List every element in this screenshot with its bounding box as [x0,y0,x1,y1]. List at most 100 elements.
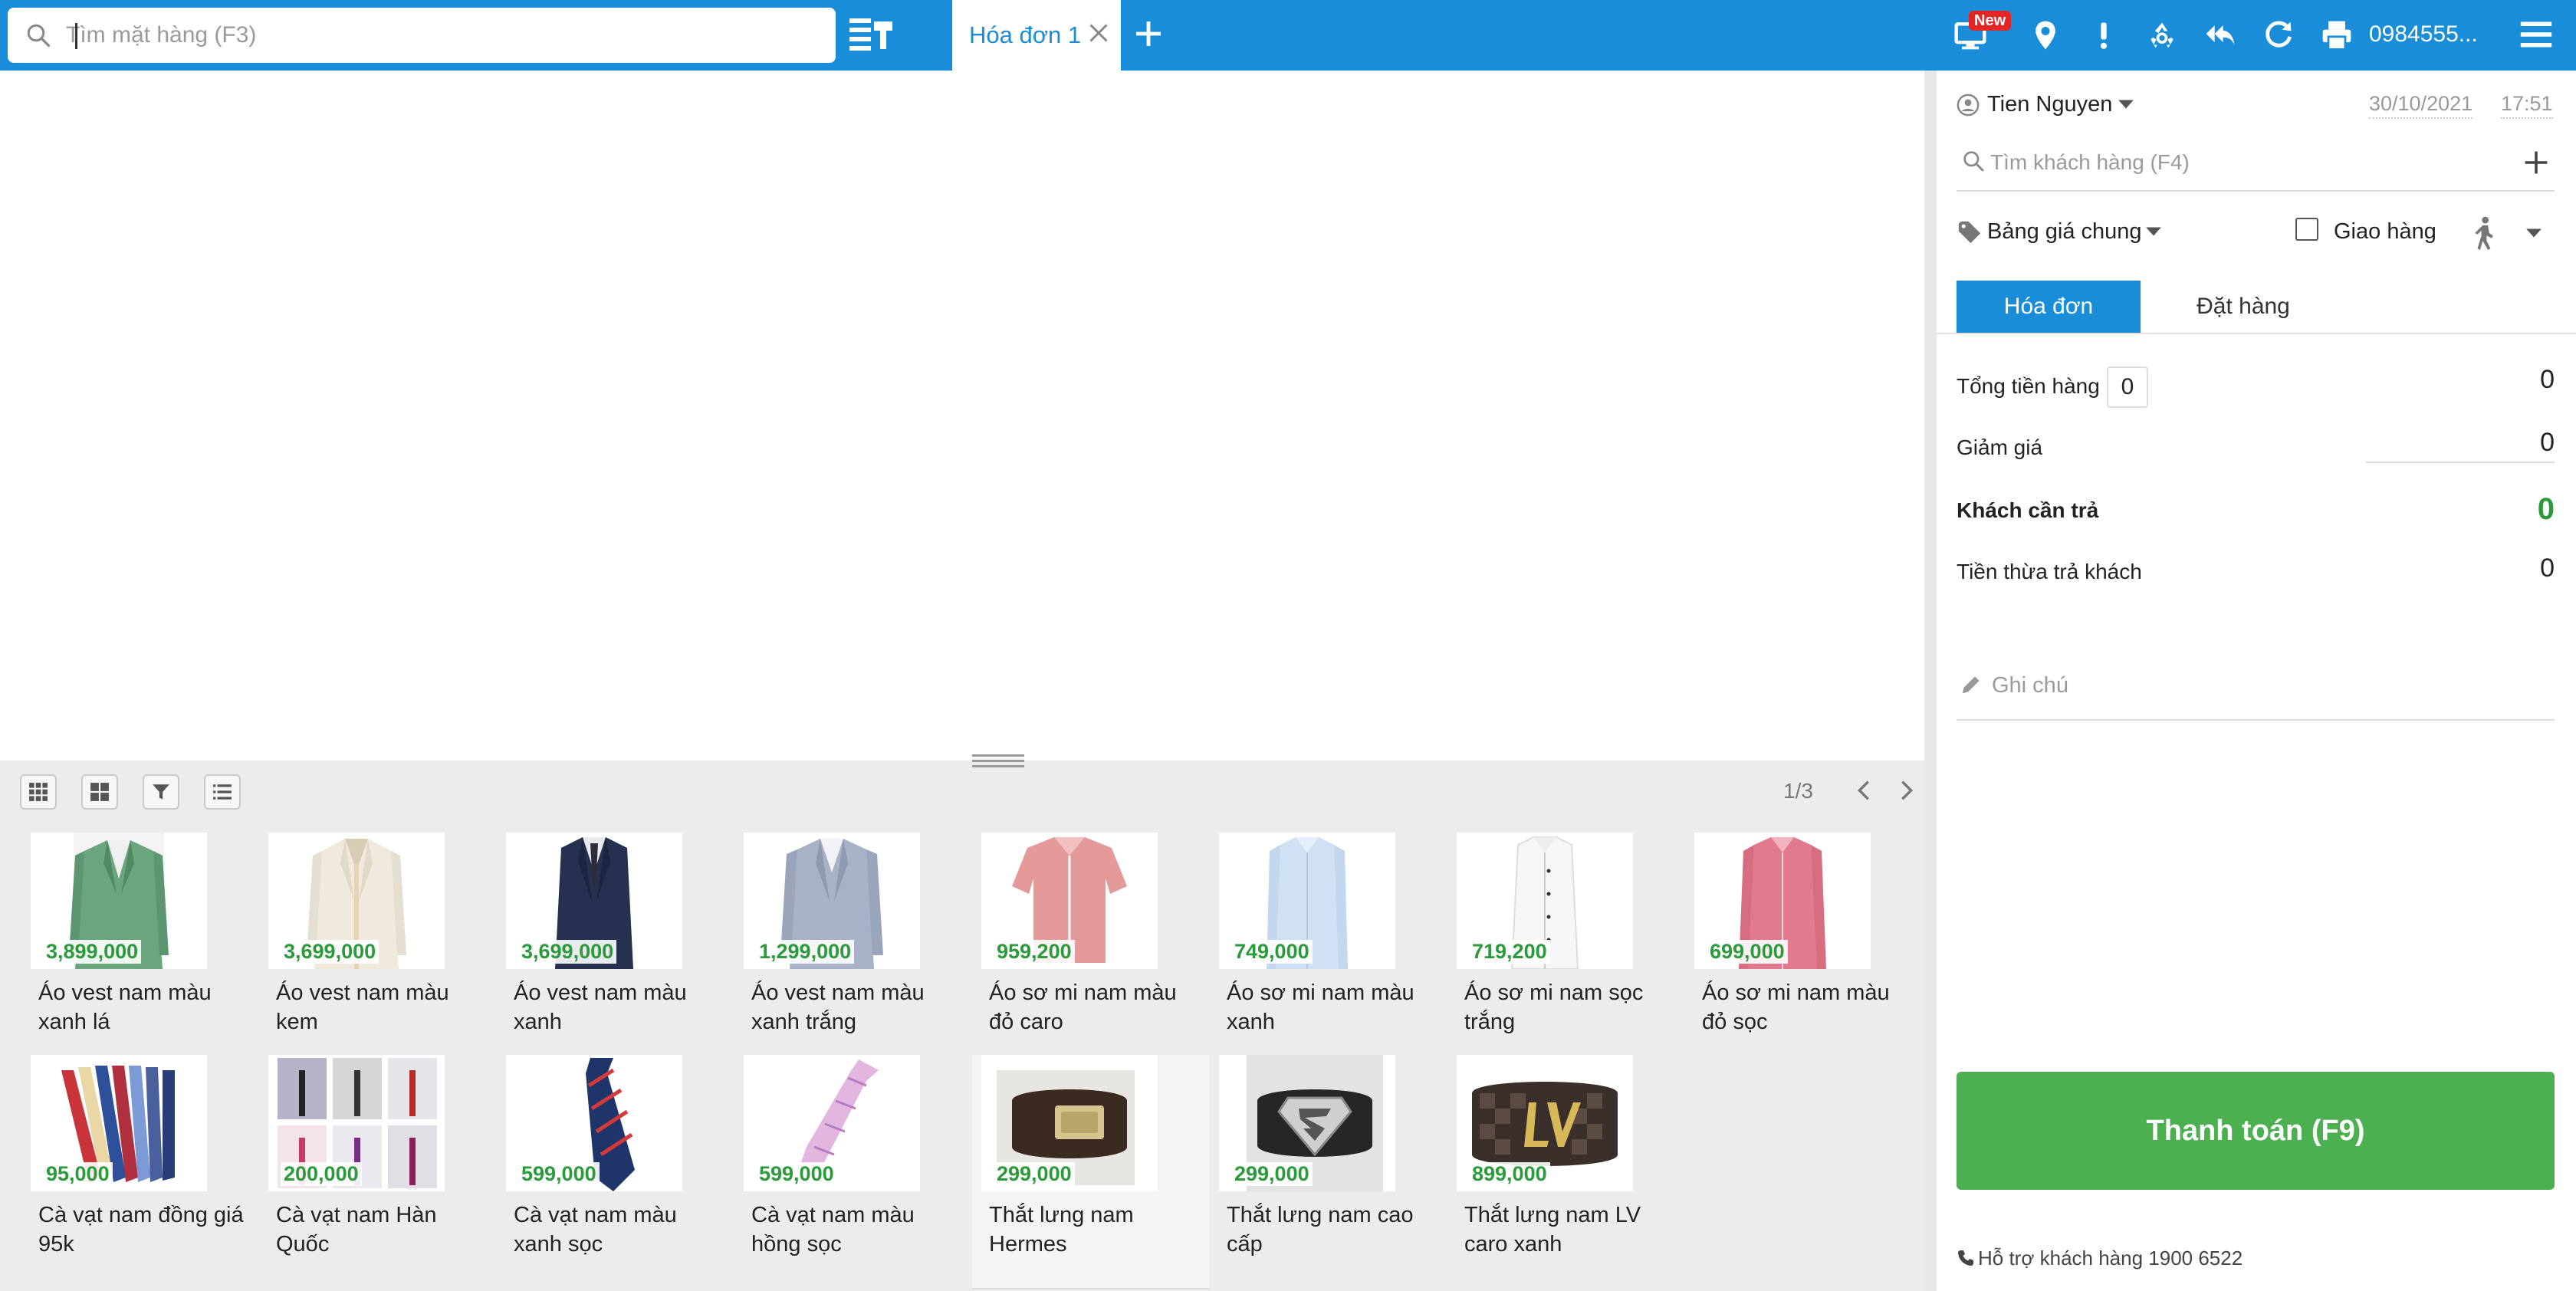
product-price: 3,699,000 [518,940,617,964]
caret-down-icon[interactable] [2525,227,2542,239]
barcode-scan-icon[interactable] [849,15,895,55]
recycle-icon[interactable] [2145,18,2179,52]
refresh-icon[interactable] [2262,18,2295,52]
chevron-left-icon[interactable] [1852,777,1875,803]
product-search-box[interactable] [8,8,836,63]
tab-order[interactable]: Đặt hàng [2144,281,2343,333]
discount-value[interactable]: 0 [2540,428,2555,458]
amount-due-value: 0 [2537,492,2555,526]
product-name: Áo vest nam màu kem [276,981,449,1034]
list-icon [213,784,232,800]
product-name: Cà vạt nam màu xanh sọc [514,1203,677,1257]
product-name: Cà vạt nam đồng giá 95k [38,1203,244,1257]
invoice-date[interactable]: 30/10/2021 [2369,92,2473,119]
user-circle-icon [1957,94,1980,117]
hamburger-menu-icon[interactable] [2519,18,2553,51]
walking-person-icon[interactable] [2470,216,2498,250]
product-search-input[interactable] [66,18,817,52]
product-name: Thắt lưng nam Hermes [989,1203,1134,1257]
grid-large-icon [90,783,109,801]
reply-all-icon[interactable] [2203,18,2237,52]
grid-large-view-button[interactable] [81,774,118,810]
add-tab-icon[interactable] [1133,18,1164,49]
note-placeholder: Ghi chú [1992,673,2068,698]
caret-down-icon[interactable] [2118,98,2134,110]
product-price: 299,000 [994,1162,1075,1186]
total-goods-value: 0 [2540,365,2555,394]
product-price: 599,000 [518,1162,600,1186]
product-price: 899,000 [1469,1162,1550,1186]
note-field[interactable]: Ghi chú [1957,662,2555,721]
product-price: 200,000 [281,1162,362,1186]
tab-invoice-1-label: Hóa đơn 1 [969,21,1082,48]
chevron-right-icon[interactable] [1895,777,1918,803]
account-phone[interactable]: 0984555... [2369,21,2478,48]
product-card[interactable]: 959,200 Áo sơ mi nam màu đỏ caro [951,833,1188,1067]
support-hotline[interactable]: Hỗ trợ khách hàng 1900 6522 [1957,1247,2242,1270]
phone-icon [1958,1250,1973,1266]
product-card[interactable]: 719,200 Áo sơ mi nam sọc trắng [1426,833,1664,1067]
product-name: Áo vest nam màu xanh lá [38,981,212,1034]
product-card[interactable]: 299,000 Thắt lưng nam cao cấp [1188,1055,1426,1289]
product-card[interactable]: 749,000 Áo sơ mi nam màu xanh [1188,833,1426,1067]
product-price: 1,299,000 [756,940,855,964]
product-price: 719,200 [1469,940,1550,964]
amount-due-label: Khách cần trả [1957,498,2099,522]
tab-underline [1937,333,2576,334]
product-card[interactable]: 899,000 Thắt lưng nam LV caro xanh [1426,1055,1664,1289]
change-label: Tiền thừa trả khách [1957,560,2142,583]
product-price: 749,000 [1231,940,1313,964]
product-card[interactable]: 200,000 Cà vạt nam Hàn Quốc [238,1055,475,1289]
seller-name[interactable]: Tien Nguyen [1987,92,2112,117]
add-customer-icon[interactable] [2522,149,2550,176]
tab-invoice-1[interactable]: Hóa đơn 1 [952,0,1121,71]
text-cursor [75,23,77,49]
print-icon[interactable] [2320,18,2354,52]
product-name: Thắt lưng nam cao cấp [1227,1203,1414,1257]
product-card[interactable]: 599,000 Cà vạt nam màu hồng sọc [713,1055,951,1289]
resize-handle-icon[interactable] [972,751,1024,770]
product-price: 599,000 [756,1162,837,1186]
product-price: 3,699,000 [281,940,380,964]
product-card[interactable]: 95,000 Cà vạt nam đồng giá 95k [0,1055,244,1289]
price-list-selector[interactable]: Bảng giá chung [1987,219,2142,245]
product-price: 95,000 [43,1162,113,1186]
product-card[interactable]: 599,000 Cà vạt nam màu xanh sọc [475,1055,713,1289]
product-card[interactable]: 3,899,000 Áo vest nam màu xanh lá [0,833,238,1067]
product-card[interactable]: 299,000 Thắt lưng nam Hermes [972,1055,1210,1289]
pay-button[interactable]: Thanh toán (F9) [1957,1072,2555,1190]
pencil-icon [1962,676,1980,694]
price-tag-icon [1958,221,1981,244]
product-price: 3,899,000 [43,940,142,964]
product-name: Áo sơ mi nam màu đỏ caro [989,981,1177,1034]
product-card[interactable]: 3,699,000 Áo vest nam màu kem [238,833,475,1067]
product-name: Áo sơ mi nam màu đỏ sọc [1702,981,1890,1034]
search-icon [1963,151,1984,172]
search-icon [27,24,51,48]
grid-small-view-button[interactable] [20,774,57,810]
shipping-checkbox[interactable] [2295,218,2318,241]
product-name: Áo sơ mi nam màu xanh [1227,981,1414,1034]
invoice-time[interactable]: 17:51 [2501,92,2553,119]
new-badge: New [1969,11,2012,31]
product-price: 699,000 [1707,940,1788,964]
product-name: Cà vạt nam Hàn Quốc [276,1203,437,1257]
product-price: 299,000 [1231,1162,1313,1186]
list-view-button[interactable] [204,774,241,810]
shipping-label[interactable]: Giao hàng [2334,219,2436,245]
total-quantity: 0 [2107,366,2148,408]
tab-invoice[interactable]: Hóa đơn [1957,281,2141,333]
product-card[interactable]: 699,000 Áo sơ mi nam màu đỏ sọc [1664,833,1901,1067]
customer-search-box[interactable] [1957,141,2555,192]
alert-icon[interactable] [2087,18,2121,52]
close-icon[interactable] [1087,21,1110,44]
product-card[interactable]: 3,699,000 Áo vest nam màu xanh [475,833,713,1067]
location-pin-icon[interactable] [2029,18,2062,52]
product-card[interactable]: 1,299,000 Áo vest nam màu xanh trắng [713,833,951,1067]
panel-divider [1924,71,1937,1291]
caret-down-icon[interactable] [2145,225,2162,238]
customer-search-input[interactable] [1990,149,2496,176]
filter-button[interactable] [143,774,179,810]
product-name: Áo vest nam màu xanh trắng [751,981,925,1034]
product-price: 959,200 [994,940,1075,964]
